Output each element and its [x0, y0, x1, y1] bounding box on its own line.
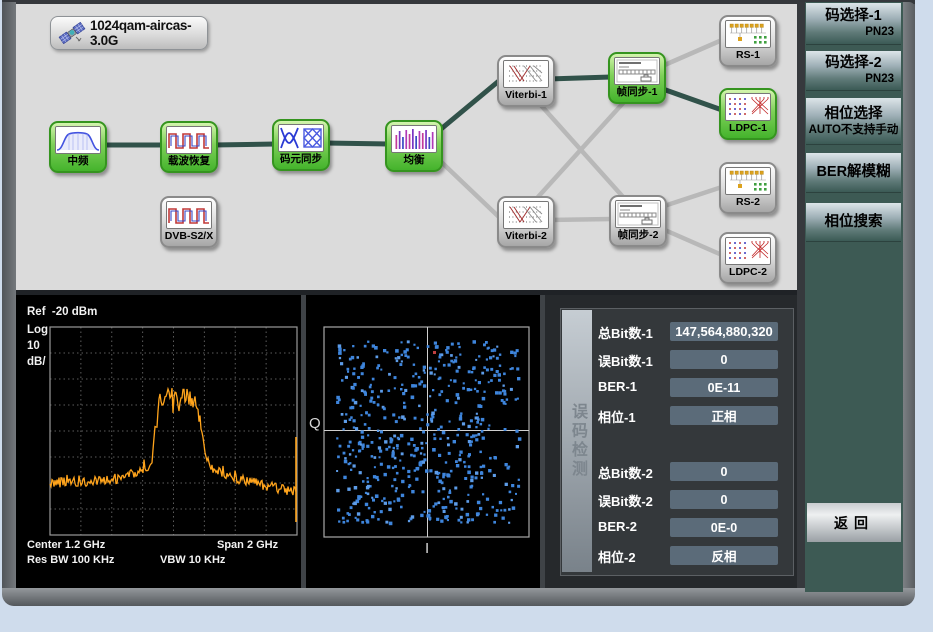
rs-blocks-icon — [725, 20, 771, 48]
stat-value-4: 正相 — [670, 406, 778, 425]
signal-title-chip[interactable]: 1024qam-aircas-3.0G — [50, 16, 208, 50]
satellite-icon — [51, 20, 89, 46]
flow-node-label: 载波恢复 — [168, 154, 210, 169]
flow-node-label: Viterbi-2 — [505, 229, 547, 244]
flow-node-label: LDPC-2 — [729, 265, 767, 280]
spectrum-scale-db: dB/ — [27, 356, 46, 368]
flow-node-label: 中频 — [68, 154, 89, 169]
spectrum-scale-log: Log — [27, 324, 48, 336]
sidebar-divider — [797, 2, 805, 592]
frame-table-icon — [614, 57, 660, 85]
trellis-icon — [503, 60, 549, 88]
spectrum-scale-10: 10 — [27, 340, 40, 352]
flow-node-eq[interactable]: 均衡 — [385, 120, 443, 172]
flow-node-label: 帧同步-1 — [617, 85, 658, 100]
squarewave-icon — [166, 126, 212, 154]
sidebar-button-code-select-1[interactable]: 码选择-1PN23 — [806, 3, 901, 45]
flow-node-symsync[interactable]: 码元同步 — [272, 119, 330, 171]
ldpc-graph-icon — [725, 93, 771, 121]
spectrum-center-label: Center 1.2 GHz — [27, 539, 105, 551]
stat-value-3: 0E-11 — [670, 378, 778, 397]
sidebar-button-ber-deambiguity[interactable]: BER解模糊 — [806, 153, 901, 193]
flow-node-label: 帧同步-2 — [618, 228, 659, 243]
spectrum-ref-label: Ref -20 dBm — [27, 306, 97, 318]
flow-node-viterbi1[interactable]: Viterbi-1 — [497, 55, 555, 107]
panel-divider-1 — [301, 295, 306, 588]
ldpc-graph-icon — [725, 237, 771, 265]
stat-value-8: 反相 — [670, 546, 778, 565]
flow-node-dvbs2x[interactable]: DVB-S2/X — [160, 196, 218, 248]
flow-node-viterbi2[interactable]: Viterbi-2 — [497, 196, 555, 248]
flow-node-label: 码元同步 — [280, 152, 322, 167]
back-button-label: 返回 — [834, 513, 874, 533]
bandpass-icon — [55, 126, 101, 154]
flow-node-label: RS-1 — [736, 48, 760, 63]
sidebar-button-code-select-2[interactable]: 码选择-2PN23 — [806, 51, 901, 91]
sidebar-button-label: 相位选择 — [806, 106, 901, 123]
stat-value-7: 0E-0 — [670, 518, 778, 537]
sidebar-button-value: PN23 — [806, 72, 901, 86]
trellis-icon — [503, 201, 549, 229]
window-frame-right — [901, 2, 915, 594]
flow-node-label: RS-2 — [736, 195, 760, 210]
panel-divider-2 — [540, 295, 545, 588]
window-frame-left — [2, 2, 16, 592]
flow-node-label: LDPC-1 — [729, 121, 767, 136]
flow-node-frame2[interactable]: 帧同步-2 — [609, 195, 667, 247]
flow-node-frame1[interactable]: 帧同步-1 — [608, 52, 666, 104]
flow-node-if[interactable]: 中频 — [49, 121, 107, 173]
flow-node-ldpc2[interactable]: LDPC-2 — [719, 232, 777, 284]
flow-node-label: 均衡 — [404, 153, 425, 168]
signal-title-label: 1024qam-aircas-3.0G — [90, 18, 207, 48]
stat-value-2: 0 — [670, 350, 778, 369]
equalizer-bars-icon — [391, 125, 437, 153]
stat-label-2: 误Bit数-1 — [598, 351, 653, 370]
flow-node-carrier[interactable]: 载波恢复 — [160, 121, 218, 173]
sidebar-button-value: AUTO不支持手动 — [806, 123, 901, 137]
stat-value-6: 0 — [670, 490, 778, 509]
spectrum-span-label: Span 2 GHz — [217, 539, 278, 551]
sidebar-button-label: 码选择-2 — [806, 55, 901, 72]
sidebar-button-phase-search[interactable]: 相位搜索 — [806, 203, 901, 242]
stat-label-1: 总Bit数-1 — [598, 323, 653, 342]
frame-table-icon — [615, 200, 661, 228]
flow-node-rs1[interactable]: RS-1 — [719, 15, 777, 67]
flow-node-label: Viterbi-1 — [505, 88, 547, 103]
eye-diagram-icon — [278, 124, 324, 152]
stat-label-6: 误Bit数-2 — [598, 491, 653, 510]
ber-strip: 误码检测 — [562, 310, 592, 572]
sidebar-button-value: PN23 — [806, 25, 901, 39]
stat-value-1: 147,564,880,320 — [670, 322, 778, 341]
sidebar-button-label: BER解模糊 — [806, 164, 901, 181]
squarewave-icon — [166, 201, 212, 229]
flow-node-ldpc1[interactable]: LDPC-1 — [719, 88, 777, 140]
spectrum-vbw-label: VBW 10 KHz — [160, 554, 225, 566]
window-frame-bottom — [2, 588, 915, 606]
q-axis-label: Q — [309, 415, 321, 432]
i-axis-label: I — [425, 540, 429, 557]
sidebar-button-phase-select[interactable]: 相位选择AUTO不支持手动 — [806, 98, 901, 145]
stat-label-3: BER-1 — [598, 379, 637, 394]
flow-node-label: DVB-S2/X — [165, 229, 213, 244]
ber-strip-label: 误码检测 — [565, 403, 589, 479]
flow-node-rs2[interactable]: RS-2 — [719, 162, 777, 214]
stat-value-5: 0 — [670, 462, 778, 481]
app-window: 1024qam-aircas-3.0G 中频 载波恢复 码元同步 均衡 DVB-… — [0, 0, 933, 632]
stat-label-4: 相位-1 — [598, 407, 636, 426]
rs-blocks-icon — [725, 167, 771, 195]
constellation-panel — [306, 295, 540, 588]
spectrum-rbw-label: Res BW 100 KHz — [27, 554, 114, 566]
stat-label-7: BER-2 — [598, 519, 637, 534]
stat-label-8: 相位-2 — [598, 547, 636, 566]
sidebar-button-label: 相位搜索 — [806, 214, 901, 231]
horizontal-divider — [16, 290, 797, 295]
stat-label-5: 总Bit数-2 — [598, 463, 653, 482]
back-button[interactable]: 返回 — [807, 503, 901, 542]
sidebar-button-label: 码选择-1 — [806, 8, 901, 25]
